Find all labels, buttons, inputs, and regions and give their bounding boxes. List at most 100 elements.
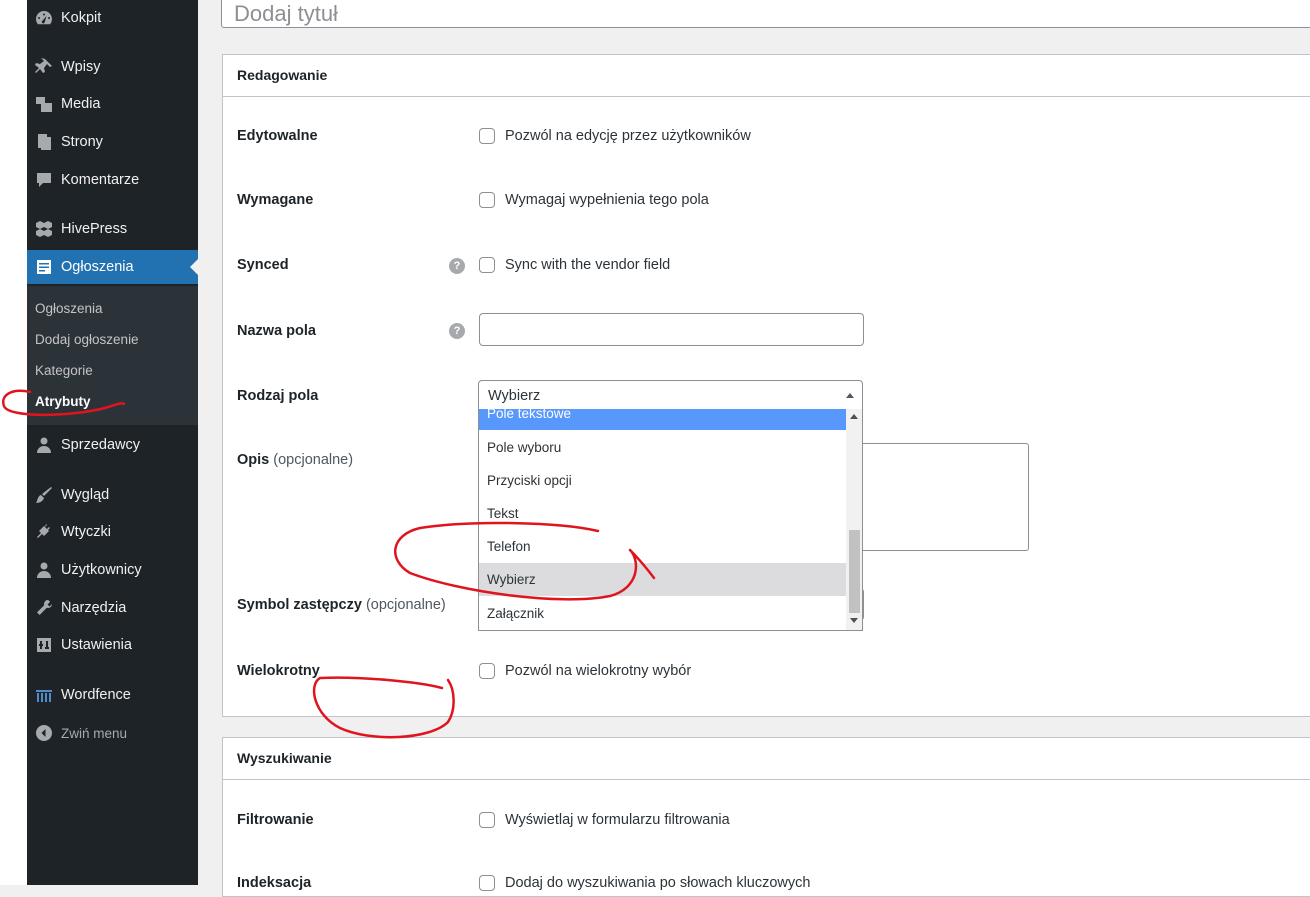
multiple-label: Wielokrotny [237,663,320,679]
filter-checkbox[interactable] [479,812,495,828]
dropdown-option[interactable]: Załącznik [479,597,846,630]
dropdown-option[interactable]: Pole tekstowe [479,409,846,430]
help-icon[interactable]: ? [449,258,465,274]
settings-icon [27,635,61,655]
submenu-item-dodaj-ogloszenie[interactable]: Dodaj ogłoszenie [35,332,139,347]
menu-item-narzedzia[interactable]: Narzędzia [27,591,198,625]
field-type-dropdown[interactable]: Pole tekstowe Pole wyboru Przyciski opcj… [478,409,863,631]
menu-label: Ogłoszenia [61,259,134,275]
editable-label: Edytowalne [237,128,318,144]
synced-label: Synced [237,257,289,273]
menu-label: Sprzedawcy [61,437,140,453]
scroll-down-icon[interactable] [850,618,858,623]
menu-item-komentarze[interactable]: Komentarze [27,163,198,197]
help-icon[interactable]: ? [449,323,465,339]
menu-item-sprzedawcy[interactable]: Sprzedawcy [27,428,198,462]
field-name-input[interactable] [479,313,864,346]
description-label: Opis (opcjonalne) [237,452,353,468]
collapse-menu-button[interactable]: Zwiń menu [27,716,198,750]
dashboard-icon [27,8,61,28]
menu-label: HivePress [61,221,128,237]
menu-item-ogloszenia[interactable]: Ogłoszenia [27,250,198,284]
synced-option[interactable]: Sync with the vendor field [479,257,670,273]
wordfence-icon [27,685,61,705]
field-name-label: Nazwa pola [237,323,316,339]
optional-hint: (opcjonalne) [273,452,354,468]
dropdown-option[interactable]: Pole wyboru [479,431,846,464]
plugin-icon [27,522,61,542]
dropdown-scrollbar[interactable] [846,409,862,630]
multiple-checkbox[interactable] [479,663,495,679]
editable-option[interactable]: Pozwól na edycję przez użytkowników [479,128,751,144]
pages-icon [27,132,61,152]
menu-label: Użytkownicy [61,562,142,578]
title-placeholder: Dodaj tytuł [234,1,338,26]
dropdown-option[interactable]: Telefon [479,530,846,563]
menu-item-uzytkownicy[interactable]: Użytkownicy [27,553,198,587]
submenu-item-atrybuty[interactable]: Atrybuty [35,394,91,409]
description-label-text: Opis [237,452,270,468]
menu-item-wtyczki[interactable]: Wtyczki [27,515,198,549]
menu-item-wyglad[interactable]: Wygląd [27,478,198,512]
submenu-ogloszenia: Ogłoszenia Dodaj ogłoszenie Kategorie At… [27,286,198,425]
menu-label: Media [61,96,101,112]
index-checkbox-label: Dodaj do wyszukiwania po słowach kluczow… [505,875,811,891]
index-option[interactable]: Dodaj do wyszukiwania po słowach kluczow… [479,875,810,891]
scroll-thumb[interactable] [849,530,860,613]
dropdown-option[interactable]: Tekst [479,497,846,530]
collapse-arrow-icon [27,723,61,743]
menu-item-media[interactable]: Media [27,87,198,121]
optional-hint: (opcjonalne) [365,597,446,613]
index-checkbox[interactable] [479,875,495,891]
editable-checkbox[interactable] [479,128,495,144]
submenu-item-kategorie[interactable]: Kategorie [35,363,93,378]
required-checkbox-label: Wymagaj wypełnienia tego pola [505,192,709,208]
users-icon [27,560,61,580]
listing-icon [27,257,61,277]
menu-item-wpisy[interactable]: Wpisy [27,50,198,84]
comment-icon [27,170,61,190]
menu-label: Kokpit [61,10,102,26]
required-label: Wymagane [237,192,314,208]
menu-label: Narzędzia [61,600,127,616]
menu-item-strony[interactable]: Strony [27,125,198,159]
menu-label: Ustawienia [61,637,132,653]
field-type-selected-value: Wybierz [488,388,541,404]
menu-label: Wtyczki [61,524,111,540]
multiple-checkbox-label: Pozwól na wielokrotny wybór [505,663,692,679]
menu-label: Wygląd [61,487,110,503]
menu-label: Komentarze [61,172,140,188]
filter-option[interactable]: Wyświetlaj w formularzu filtrowania [479,812,730,828]
menu-label: Strony [61,134,103,150]
field-type-select[interactable]: Wybierz [478,380,863,410]
placeholder-label-text: Symbol zastępczy [237,597,362,613]
synced-checkbox[interactable] [479,257,495,273]
menu-label: Wordfence [61,687,131,703]
filter-checkbox-label: Wyświetlaj w formularzu filtrowania [505,812,730,828]
media-icon [27,94,61,114]
submenu-item-ogloszenia[interactable]: Ogłoszenia [35,301,103,316]
menu-item-kokpit[interactable]: Kokpit [27,1,198,35]
filter-label: Filtrowanie [237,812,314,828]
scroll-up-icon[interactable] [850,414,858,419]
placeholder-label: Symbol zastępczy (opcjonalne) [237,597,446,613]
sidebar-left-edge [0,0,27,885]
wrench-icon [27,598,61,618]
menu-label: Wpisy [61,59,101,75]
hivepress-icon [27,219,61,239]
synced-checkbox-label: Sync with the vendor field [505,257,671,273]
required-checkbox[interactable] [479,192,495,208]
collapse-label: Zwiń menu [61,725,128,741]
menu-item-ustawienia[interactable]: Ustawienia [27,628,198,662]
search-panel: Wyszukiwanie Filtrowanie Wyświetlaj w fo… [222,737,1310,897]
multiple-option[interactable]: Pozwól na wielokrotny wybór [479,663,691,679]
required-option[interactable]: Wymagaj wypełnienia tego pola [479,192,709,208]
menu-item-wordfence[interactable]: Wordfence [27,678,198,712]
dropdown-option[interactable]: Przyciski opcji [479,464,846,497]
dropdown-option[interactable]: Wybierz [479,563,846,596]
field-type-label: Rodzaj pola [237,388,319,404]
user-icon [27,435,61,455]
menu-item-hivepress[interactable]: HivePress [27,212,198,246]
title-input[interactable]: Dodaj tytuł [221,0,1310,28]
select-arrow-icon [846,393,854,398]
